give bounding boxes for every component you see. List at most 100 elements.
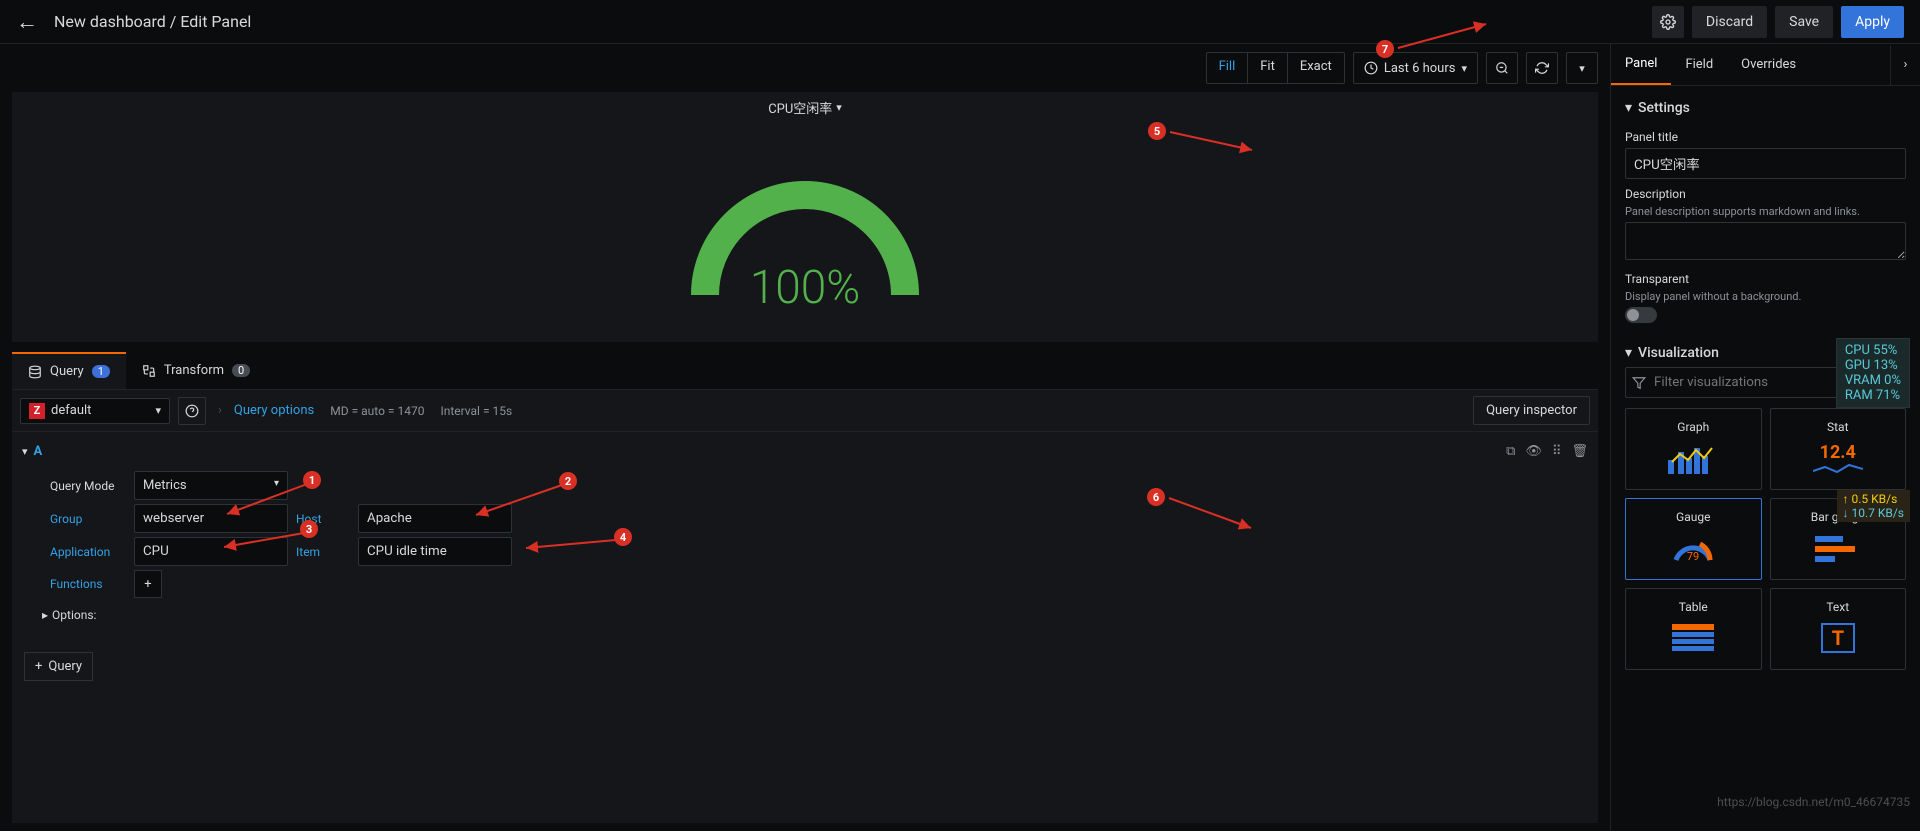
database-icon [28, 365, 42, 379]
annotation-badge-1: 1 [303, 471, 321, 489]
network-overlay: ↑ 0.5 KB/s ↓ 10.7 KB/s [1837, 490, 1911, 522]
host-label: Host [288, 505, 358, 533]
query-mode-value: Metrics [143, 478, 187, 493]
settings-header[interactable]: Settings [1625, 94, 1906, 122]
fill-mode[interactable]: Fill [1207, 53, 1249, 83]
settings-header-label: Settings [1638, 100, 1690, 116]
svg-text:T: T [1832, 626, 1844, 650]
query-row-actions: ⧉ 👁 ⠿ 🗑 [1506, 444, 1588, 459]
viz-gauge[interactable]: Gauge 79 [1625, 498, 1762, 580]
datasource-help[interactable] [178, 397, 206, 425]
help-icon [185, 404, 199, 418]
tab-query[interactable]: Query 1 [12, 352, 126, 389]
query-options-toggle[interactable]: Options: [42, 602, 1582, 628]
viz-table[interactable]: Table [1625, 588, 1762, 670]
sidebar-tabs: Panel Field Overrides › [1611, 44, 1920, 86]
viz-graph[interactable]: Graph [1625, 408, 1762, 490]
chevron-down-icon [1461, 62, 1467, 75]
query-area: Z default › Query options MD = auto = 14… [12, 390, 1598, 823]
refresh-dropdown[interactable] [1566, 52, 1598, 84]
toggle-visibility-icon[interactable]: 👁 [1525, 444, 1542, 459]
viz-text[interactable]: Text T [1770, 588, 1907, 670]
zoom-out-icon [1495, 61, 1509, 75]
query-options-link[interactable]: Query options [234, 403, 314, 418]
transform-icon [142, 364, 156, 378]
duplicate-query-icon[interactable]: ⧉ [1506, 444, 1515, 459]
description-input[interactable] [1625, 222, 1906, 260]
refresh-button[interactable] [1526, 52, 1558, 84]
group-input[interactable] [134, 504, 288, 533]
visualization-header-label: Visualization [1638, 345, 1719, 361]
visualization-grid: Graph Stat 12.4 Gauge 79 Bar gauge Table [1625, 408, 1906, 670]
tab-panel[interactable]: Panel [1611, 44, 1671, 85]
query-inspector-button[interactable]: Query inspector [1473, 396, 1590, 425]
bottom-tabs: Query 1 Transform 0 [12, 352, 1598, 390]
datasource-select[interactable]: Z default [20, 398, 170, 424]
application-input[interactable] [134, 537, 288, 566]
viz-label: Table [1679, 600, 1708, 614]
left-pane: Fill Fit Exact Last 6 hours CPU空闲率 [0, 44, 1610, 831]
options-label: Options: [52, 608, 96, 622]
back-arrow-icon[interactable]: ← [16, 9, 38, 35]
add-function-button[interactable]: + [134, 570, 162, 598]
stat-thumb-value: 12.4 [1820, 442, 1856, 463]
save-button[interactable]: Save [1775, 6, 1833, 38]
net-up: ↑ 0.5 KB/s [1843, 492, 1905, 506]
system-stats-overlay: CPU 55% GPU 13% VRAM 0% RAM 71% [1836, 338, 1910, 408]
query-mode-label: Query Mode [42, 472, 134, 500]
tab-overrides[interactable]: Overrides [1727, 45, 1810, 84]
query-header: Z default › Query options MD = auto = 14… [12, 390, 1598, 432]
transparent-toggle[interactable] [1625, 307, 1657, 323]
net-down: ↓ 10.7 KB/s [1843, 506, 1905, 520]
chevron-down-icon [155, 404, 161, 417]
zoom-out-button[interactable] [1486, 52, 1518, 84]
divider: › [218, 403, 222, 418]
topbar: ← New dashboard / Edit Panel Discard Sav… [0, 0, 1920, 44]
delete-query-icon[interactable]: 🗑 [1571, 444, 1588, 459]
preview-toolbar: Fill Fit Exact Last 6 hours [12, 52, 1598, 84]
exact-mode[interactable]: Exact [1288, 53, 1344, 83]
tab-field[interactable]: Field [1671, 45, 1727, 84]
discard-button[interactable]: Discard [1692, 6, 1767, 38]
filter-icon [1632, 376, 1646, 390]
chevron-down-icon [1625, 345, 1632, 361]
panel-title-input[interactable] [1625, 148, 1906, 179]
fit-mode[interactable]: Fit [1248, 53, 1288, 83]
time-range-picker[interactable]: Last 6 hours [1353, 52, 1478, 84]
query-form: Query Mode Metrics ▾ Group Host [12, 471, 1598, 638]
stat-ram: RAM 71% [1845, 388, 1901, 403]
viz-label: Graph [1677, 420, 1709, 434]
host-input[interactable] [358, 504, 512, 533]
collapse-sidebar-button[interactable]: › [1890, 45, 1920, 85]
watermark: https://blog.csdn.net/m0_46674735 [1717, 795, 1910, 809]
item-input[interactable] [358, 537, 512, 566]
viz-label: Text [1826, 600, 1849, 614]
transparent-label: Transparent [1625, 272, 1906, 286]
top-actions: Discard Save Apply [1652, 6, 1904, 38]
query-row-header[interactable]: A ⧉ 👁 ⠿ 🗑 [12, 432, 1598, 471]
annotation-badge-3: 3 [300, 520, 318, 538]
annotation-badge-6: 6 [1147, 488, 1165, 506]
annotation-badge-4: 4 [614, 528, 632, 546]
description-hint: Panel description supports markdown and … [1625, 205, 1906, 218]
viz-stat[interactable]: Stat 12.4 [1770, 408, 1907, 490]
query-md: MD = auto = 1470 [330, 404, 424, 418]
stat-vram: VRAM 0% [1845, 373, 1901, 388]
functions-label: Functions [42, 570, 134, 598]
annotation-badge-2: 2 [559, 472, 577, 490]
chevron-down-icon [836, 101, 842, 114]
panel-title[interactable]: CPU空闲率 [768, 98, 842, 117]
drag-handle-icon[interactable]: ⠿ [1552, 444, 1562, 459]
tab-transform[interactable]: Transform 0 [126, 352, 266, 389]
main: Fill Fit Exact Last 6 hours CPU空闲率 [0, 44, 1920, 831]
zoom-mode-group: Fill Fit Exact [1206, 52, 1345, 84]
query-mode-select[interactable]: Metrics ▾ [134, 471, 288, 500]
settings-button[interactable] [1652, 6, 1684, 38]
breadcrumb: New dashboard / Edit Panel [54, 12, 1652, 31]
apply-button[interactable]: Apply [1841, 6, 1904, 38]
time-range-label: Last 6 hours [1384, 61, 1456, 76]
chevron-down-icon [1579, 62, 1585, 75]
preview-panel: CPU空闲率 100% [12, 92, 1598, 342]
panel-title-label: Panel title [1625, 130, 1906, 144]
add-query-button[interactable]: + Query [24, 652, 93, 681]
